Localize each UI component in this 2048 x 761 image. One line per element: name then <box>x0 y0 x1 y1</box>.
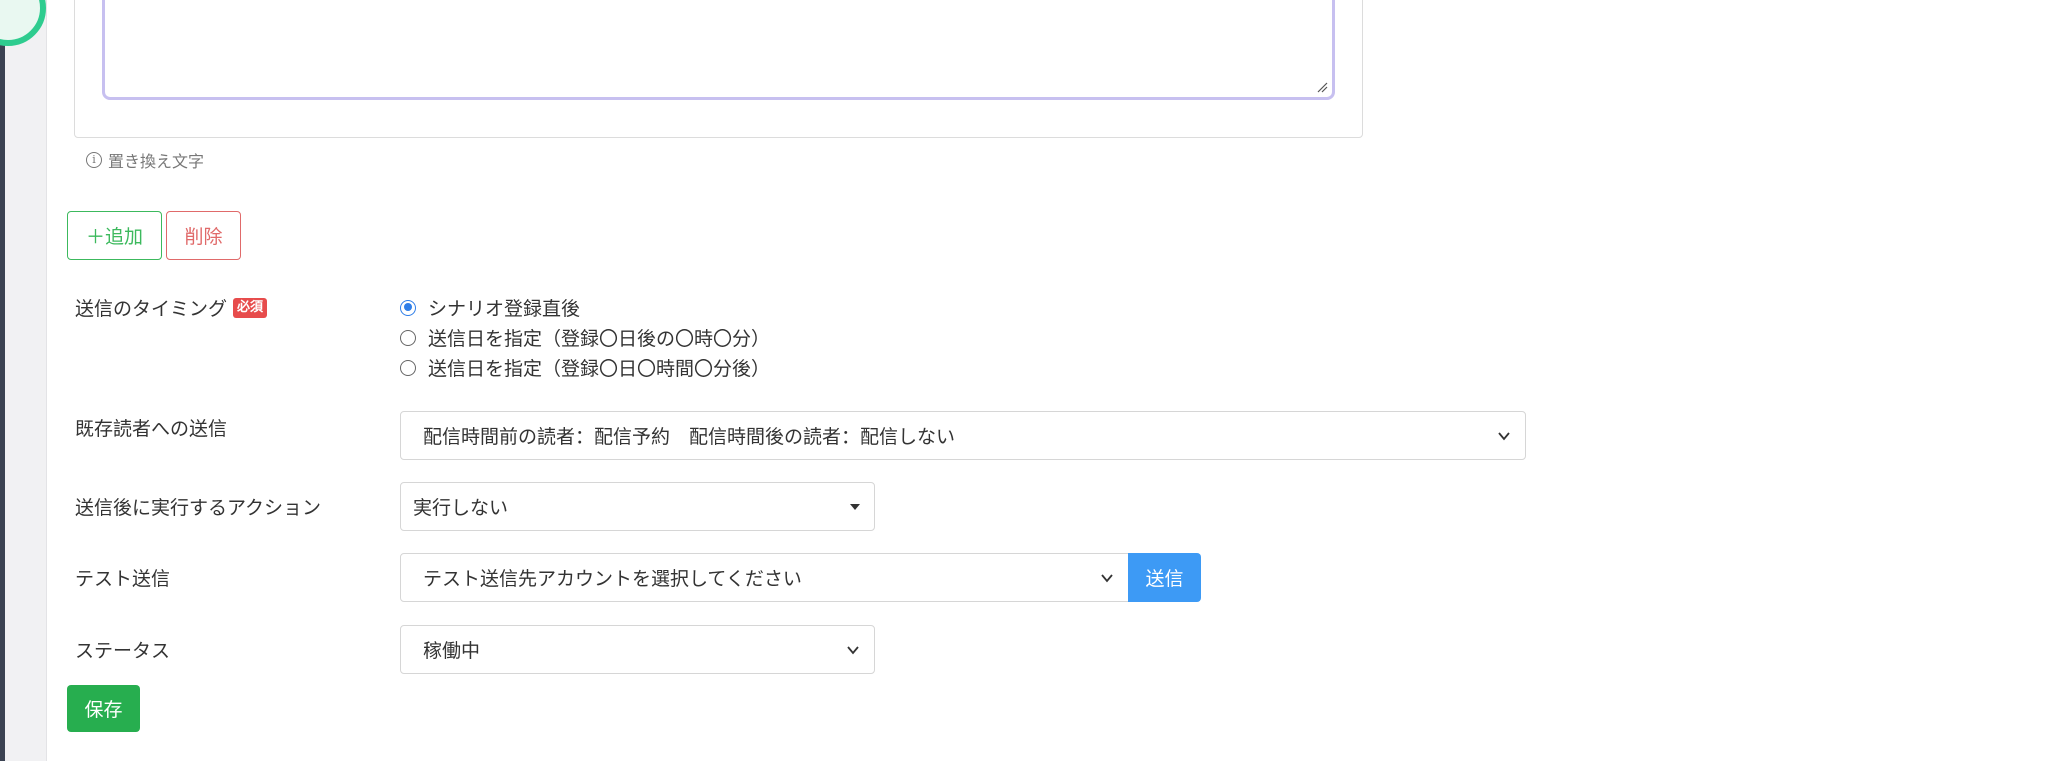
after-action-value: 実行しない <box>413 497 509 519</box>
timing-option-label: 送信日を指定（登録〇日後の〇時〇分） <box>428 328 771 350</box>
chevron-down-icon <box>1101 574 1113 583</box>
add-button[interactable]: ＋追加 <box>67 211 162 260</box>
status-select[interactable]: 稼働中 <box>400 625 875 674</box>
timing-option-0[interactable]: シナリオ登録直後 <box>400 294 580 321</box>
after-action-select[interactable]: 実行しない <box>400 482 875 531</box>
required-badge: 必須 <box>233 297 268 318</box>
replacement-text-hint[interactable]: i 置き換え文字 <box>86 148 204 172</box>
status-label: ステータス <box>75 640 171 662</box>
resize-handle-icon[interactable] <box>1316 81 1328 93</box>
test-send-button[interactable]: 送信 <box>1128 553 1201 602</box>
save-button[interactable]: 保存 <box>67 685 140 732</box>
avatar[interactable] <box>0 0 46 46</box>
chevron-down-icon <box>847 646 859 655</box>
after-action-label: 送信後に実行するアクション <box>75 497 322 519</box>
delete-button[interactable]: 削除 <box>166 211 241 260</box>
existing-readers-label: 既存読者への送信 <box>75 418 228 440</box>
timing-option-label: シナリオ登録直後 <box>428 298 581 320</box>
caret-down-icon <box>850 504 860 510</box>
timing-option-label: 送信日を指定（登録〇日〇時間〇分後） <box>428 358 771 380</box>
chevron-down-icon <box>1498 432 1510 441</box>
radio-button[interactable] <box>400 329 416 346</box>
hint-label: 置き換え文字 <box>108 152 205 171</box>
test-send-account-select[interactable]: テスト送信先アカウントを選択してください <box>400 553 1129 602</box>
timing-option-2[interactable]: 送信日を指定（登録〇日〇時間〇分後） <box>400 354 770 381</box>
message-textarea[interactable] <box>102 0 1335 100</box>
timing-label-group: 送信のタイミング 必須 <box>75 294 268 321</box>
status-value: 稼働中 <box>423 640 481 662</box>
test-send-label: テスト送信 <box>75 568 171 590</box>
left-rail <box>0 0 5 761</box>
radio-button[interactable] <box>400 359 416 376</box>
timing-option-1[interactable]: 送信日を指定（登録〇日後の〇時〇分） <box>400 324 770 351</box>
existing-readers-select[interactable]: 配信時間前の読者：配信予約 配信時間後の読者：配信しない <box>400 411 1526 460</box>
radio-button-checked[interactable] <box>400 299 416 316</box>
timing-label: 送信のタイミング <box>75 298 228 320</box>
test-send-account-value: テスト送信先アカウントを選択してください <box>423 568 802 590</box>
info-icon: i <box>86 152 102 168</box>
existing-readers-value: 配信時間前の読者：配信予約 配信時間後の読者：配信しない <box>423 426 956 448</box>
